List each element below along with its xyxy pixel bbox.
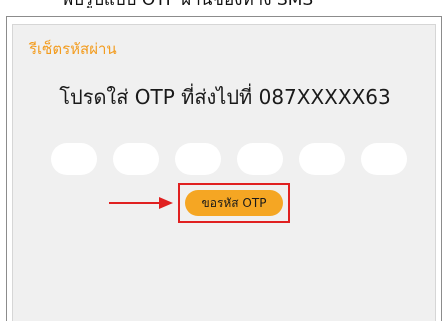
otp-digit-input-1[interactable] (51, 143, 97, 175)
otp-digit-input-5[interactable] (299, 143, 345, 175)
otp-input-row (51, 143, 407, 175)
request-otp-highlight: ขอรหัส OTP (178, 183, 290, 223)
otp-digit-input-4[interactable] (237, 143, 283, 175)
otp-digit-input-3[interactable] (175, 143, 221, 175)
arrow-right-icon (109, 197, 173, 209)
card-title: รีเซ็ตรหัสผ่าน (29, 40, 117, 58)
reset-password-card: รีเซ็ตรหัสผ่าน โปรดใส่ OTP ที่ส่งไปที่ 0… (12, 24, 436, 321)
cropped-heading-text: พบรูปแบบ OTP ผ่านช่องทาง SMS (62, 0, 382, 8)
otp-instruction: โปรดใส่ OTP ที่ส่งไปที่ 087XXXXX63 (59, 85, 391, 109)
otp-digit-input-2[interactable] (113, 143, 159, 175)
request-otp-button[interactable]: ขอรหัส OTP (185, 190, 283, 216)
otp-digit-input-6[interactable] (361, 143, 407, 175)
